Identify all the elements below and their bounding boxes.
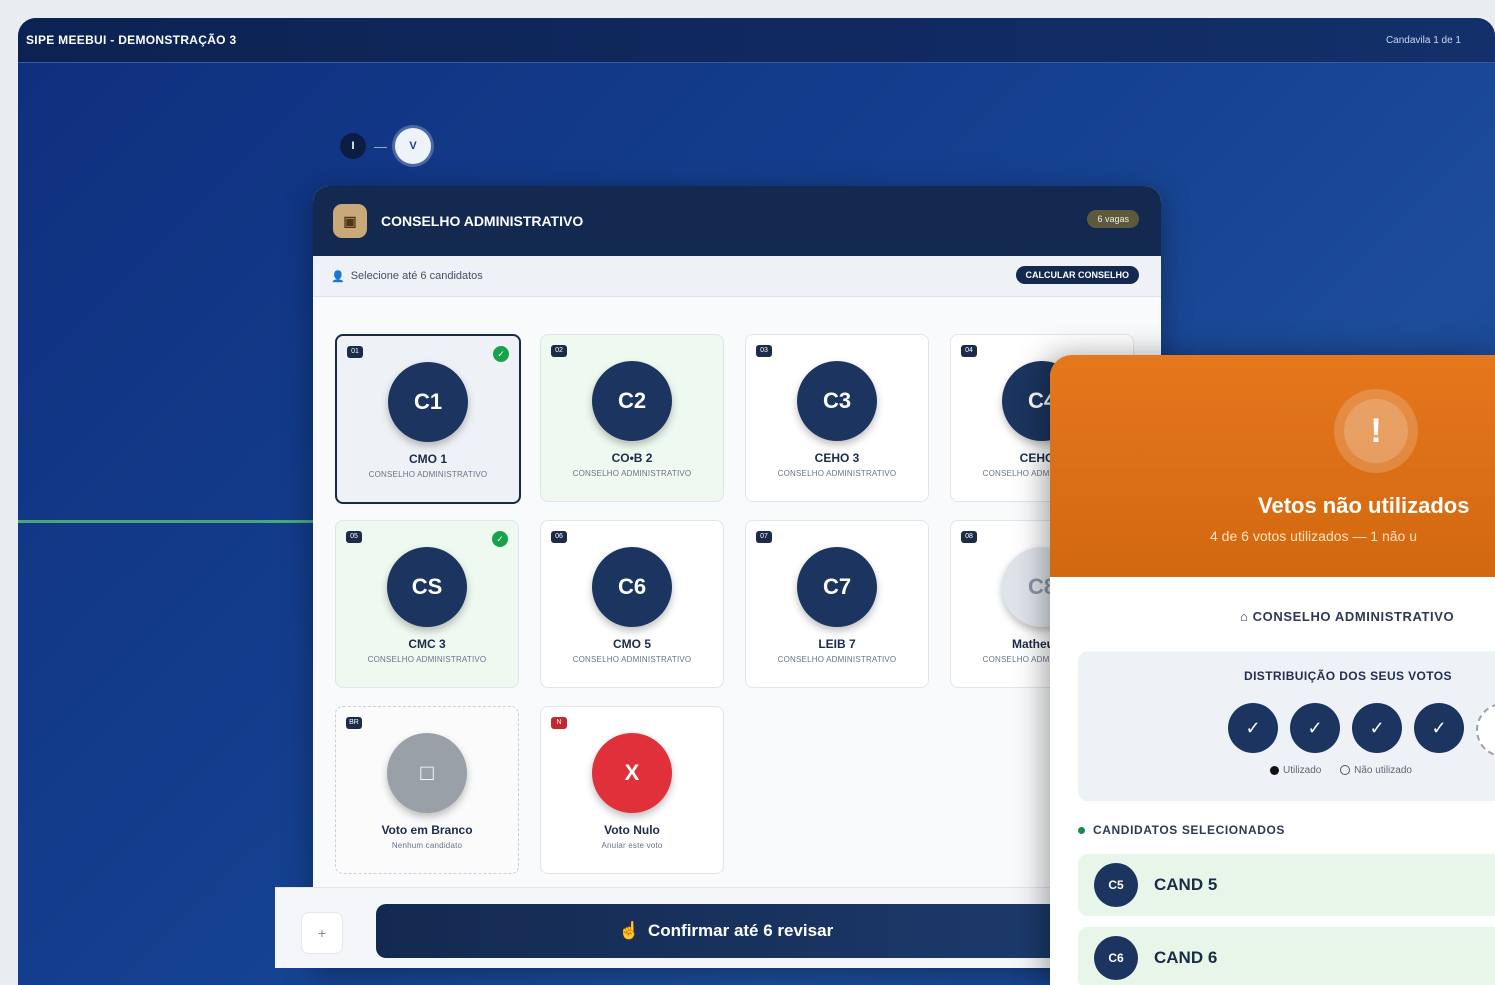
session-status: Candavila 1 de 1	[1385, 35, 1461, 46]
modal-header: ! Vetos não utilizados 4 de 6 votos util…	[1050, 355, 1495, 577]
council-name: CONSELHO ADMINISTRATIVO	[1252, 609, 1455, 624]
person-icon: 👤	[331, 270, 345, 283]
status-dot-icon	[1078, 827, 1085, 835]
candidate-number-tag: 05	[346, 531, 362, 543]
candidate-card-3[interactable]: 03 C3 CEHO 3 CONSELHO ADMINISTRATIVO	[745, 334, 929, 502]
option-sub: Anular este voto	[601, 841, 663, 850]
legend-used: Utilizado	[1283, 765, 1322, 776]
candidate-avatar: CS	[387, 547, 467, 627]
legend-unused: Não utilizado	[1354, 765, 1412, 776]
instruction-text: Selecione até 6 candidatos	[350, 270, 483, 282]
candidate-avatar: C1	[388, 362, 468, 442]
candidate-role: CONSELHO ADMINISTRATIVO	[777, 469, 897, 478]
candidate-card-2[interactable]: 02 C2 CO•B 2 CONSELHO ADMINISTRATIVO	[540, 334, 724, 502]
unused-vote-slot	[1476, 703, 1495, 757]
candidate-name: LEIB 7	[818, 637, 856, 651]
blank-vote-icon: □	[387, 733, 467, 813]
candidate-number-tag: 01	[347, 346, 363, 358]
confirm-button[interactable]: ☝ Confirmar até 6 revisar	[376, 904, 1076, 958]
vacancies-badge: 6 vagas	[1087, 210, 1139, 228]
ballot-box-icon: ▣	[333, 204, 367, 238]
modal-title: Vetos não utilizados	[1258, 493, 1470, 518]
selected-name: CAND 6	[1154, 948, 1218, 967]
used-vote-check-icon: ✓	[1414, 703, 1464, 753]
title-bar: SIPE MEEBUI - DEMONSTRAÇÃO 3 Candavila 1…	[18, 18, 1495, 63]
candidate-role: CONSELHO ADMINISTRATIVO	[572, 655, 692, 664]
action-footer: + ☝ Confirmar até 6 revisar	[275, 887, 1125, 968]
candidate-number-tag: 02	[551, 345, 567, 357]
vote-distribution: DISTRIBUIÇÃO DOS SEUS VOTOS ✓ ✓ ✓ ✓ Util…	[1078, 651, 1495, 801]
selected-avatar: C6	[1094, 936, 1138, 980]
candidate-card-7[interactable]: 07 C7 LEIB 7 CONSELHO ADMINISTRATIVO	[745, 520, 929, 688]
plus-icon[interactable]: +	[301, 912, 343, 954]
candidate-number-tag: 08	[961, 531, 977, 543]
candidate-name: CMO 5	[612, 637, 651, 651]
step-connector: —	[374, 138, 387, 154]
candidate-name: CMO 1	[408, 452, 447, 466]
used-vote-check-icon: ✓	[1228, 703, 1278, 753]
candidate-avatar: C6	[592, 547, 672, 627]
calculate-button[interactable]: CALCULAR CONSELHO	[1015, 266, 1139, 284]
selected-candidate-row[interactable]: C5 CAND 5	[1078, 854, 1495, 916]
used-legend-dot	[1270, 765, 1279, 775]
unused-legend-ring	[1340, 765, 1351, 776]
candidate-role: CONSELHO ADMINISTRATIVO	[572, 469, 692, 478]
warning-icon: !	[1334, 389, 1418, 473]
distribution-legend: Utilizado Não utilizado	[1270, 765, 1412, 776]
used-vote-check-icon: ✓	[1290, 703, 1340, 753]
candidate-number-tag: 07	[756, 531, 772, 543]
check-icon: ✓	[492, 531, 508, 547]
instruction-bar: 👤 Selecione até 6 candidatos CALCULAR CO…	[313, 256, 1161, 297]
option-name: Voto em Branco	[381, 823, 473, 837]
confirm-label: Confirmar até 6 revisar	[647, 921, 834, 940]
candidate-number-tag: 06	[551, 531, 567, 543]
candidate-card-1[interactable]: 01 ✓ C1 CMO 1 CONSELHO ADMINISTRATIVO	[335, 334, 521, 504]
blank-vote-card[interactable]: BR □ Voto em Branco Nenhum candidato	[335, 706, 519, 874]
option-tag: BR	[346, 717, 362, 729]
hand-pointer-icon: ☝	[618, 921, 640, 940]
candidate-name: CMC 3	[408, 637, 446, 651]
option-name: Voto Nulo	[604, 823, 660, 837]
used-vote-check-icon: ✓	[1352, 703, 1402, 753]
selected-heading: CANDIDATOS SELECIONADOS	[1078, 823, 1285, 837]
council-label: ⌂ CONSELHO ADMINISTRATIVO	[1240, 609, 1454, 624]
candidate-name: CO•B 2	[611, 451, 653, 465]
window-title: SIPE MEEBUI - DEMONSTRAÇÃO 3	[26, 33, 237, 47]
candidate-avatar: C7	[797, 547, 877, 627]
ballot-panel: ▣ CONSELHO ADMINISTRATIVO 6 vagas 👤 Sele…	[313, 186, 1161, 967]
candidate-avatar: C3	[797, 361, 877, 441]
candidate-number-tag: 04	[961, 345, 977, 357]
candidate-role: CONSELHO ADMINISTRATIVO	[368, 470, 488, 479]
option-sub: Nenhum candidato	[391, 841, 463, 850]
check-icon: ✓	[493, 346, 509, 362]
candidate-number-tag: 03	[756, 345, 772, 357]
panel-header: ▣ CONSELHO ADMINISTRATIVO 6 vagas	[313, 186, 1161, 256]
null-vote-card[interactable]: N X Voto Nulo Anular este voto	[540, 706, 724, 874]
selected-title: CANDIDATOS SELECIONADOS	[1093, 823, 1286, 837]
selected-avatar: C5	[1094, 863, 1138, 907]
candidate-name: CEHO 3	[814, 451, 860, 465]
modal-subtitle: 4 de 6 votos utilizados — 1 não u	[1210, 528, 1418, 544]
step-2-active[interactable]: V	[395, 128, 431, 164]
distribution-title: DISTRIBUIÇÃO DOS SEUS VOTOS	[1244, 669, 1452, 683]
step-1[interactable]: I	[340, 133, 366, 159]
progress-line	[18, 520, 318, 523]
candidate-role: CONSELHO ADMINISTRATIVO	[777, 655, 897, 664]
candidate-card-5[interactable]: 05 ✓ CS CMC 3 CONSELHO ADMINISTRATIVO	[335, 520, 519, 688]
candidate-role: CONSELHO ADMINISTRATIVO	[367, 655, 487, 664]
option-tag: N	[551, 717, 567, 729]
panel-title: CONSELHO ADMINISTRATIVO	[381, 213, 584, 229]
stepper: I — V	[340, 126, 431, 166]
candidate-card-6[interactable]: 06 C6 CMO 5 CONSELHO ADMINISTRATIVO	[540, 520, 724, 688]
candidate-avatar: C2	[592, 361, 672, 441]
selected-name: CAND 5	[1154, 875, 1218, 894]
null-vote-icon: X	[592, 733, 672, 813]
unused-votes-modal: ! Vetos não utilizados 4 de 6 votos util…	[1050, 355, 1495, 985]
selected-candidate-row[interactable]: C6 CAND 6	[1078, 927, 1495, 985]
building-icon: ⌂	[1240, 609, 1253, 624]
